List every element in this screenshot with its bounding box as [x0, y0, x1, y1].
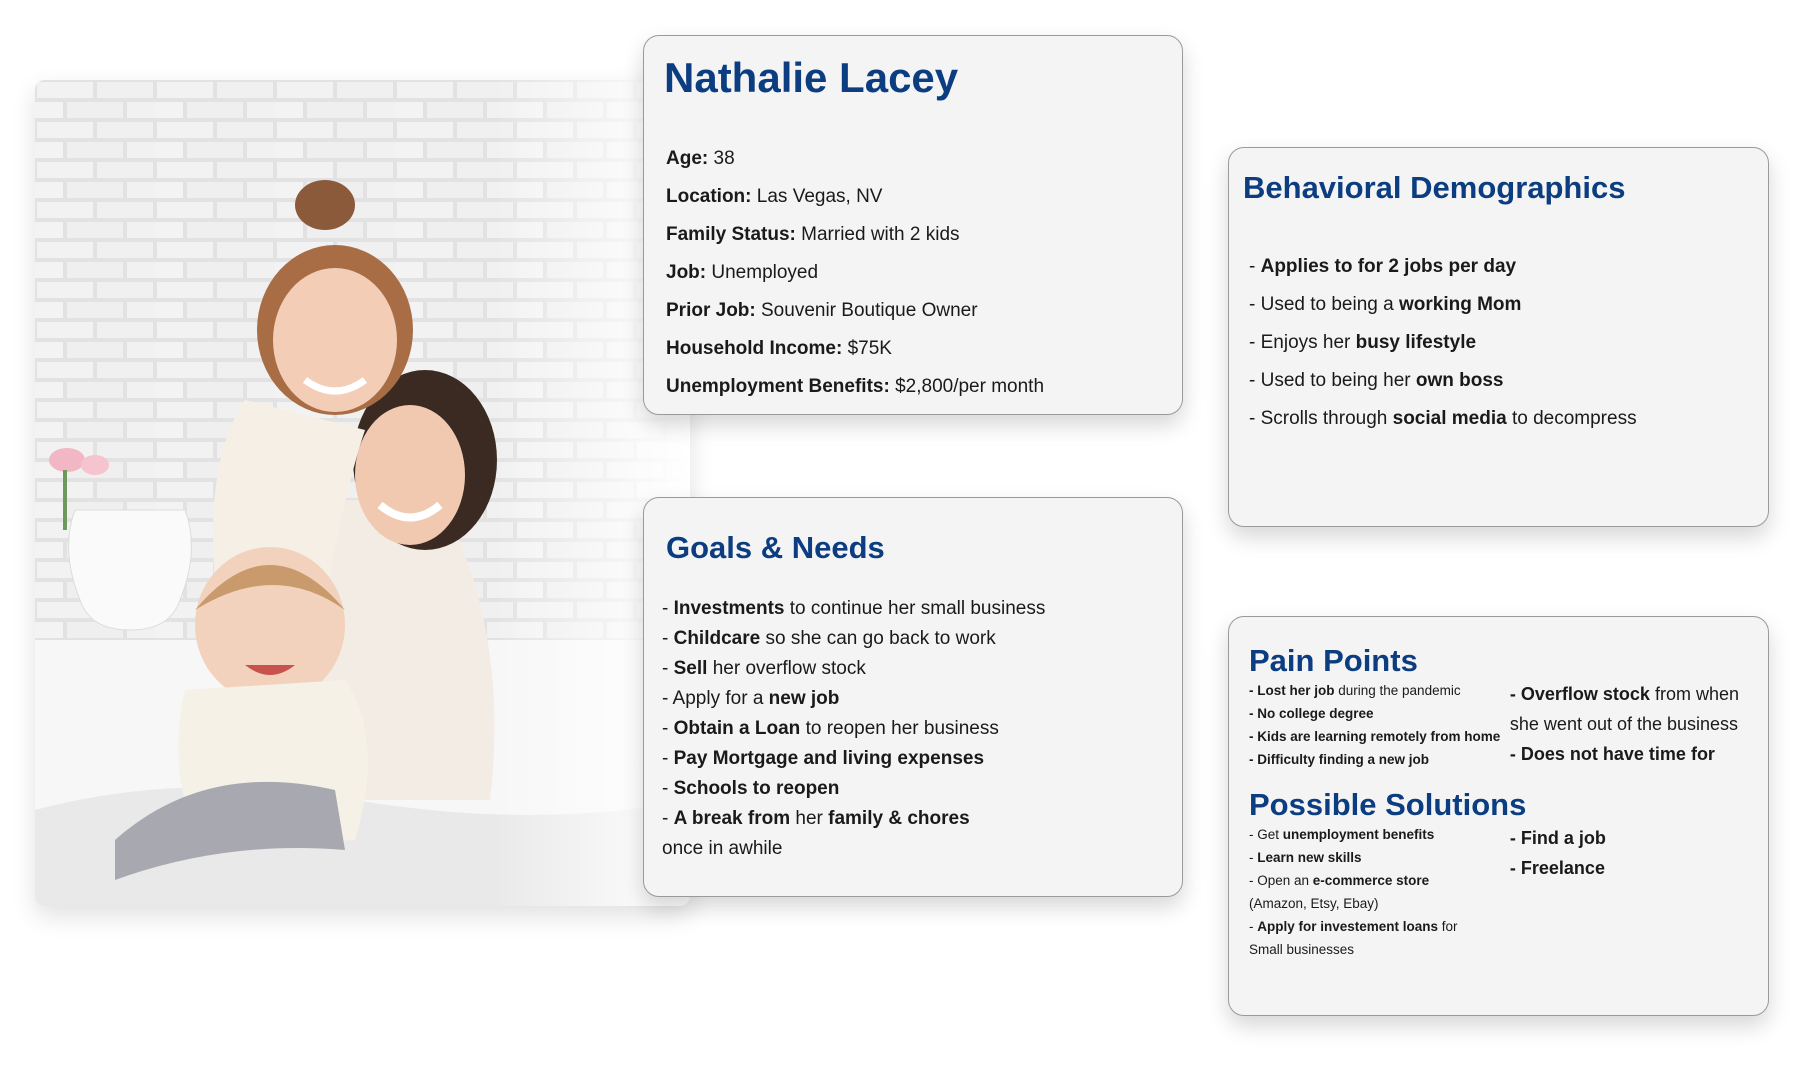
family-photo-illustration	[35, 80, 690, 906]
behavior-item: - Enjoys her busy lifestyle	[1249, 332, 1477, 353]
goal-item: - Obtain a Loan to reopen her business	[662, 718, 999, 739]
solution-item-continuation: Small businesses	[1249, 942, 1355, 957]
behavior-item: - Scrolls through social media to decomp…	[1249, 408, 1637, 429]
behavioral-demographics-card: Behavioral Demographics - Applies to for…	[1228, 147, 1769, 527]
goals-needs-card: Goals & Needs - Investments to continue …	[643, 497, 1183, 897]
solution-item: - Find a job	[1509, 828, 1606, 848]
pain-item: - Kids are learning remotely from home	[1249, 729, 1501, 744]
solutions-left-column: - Get unemployment benefits - Learn new …	[1249, 823, 1510, 961]
solution-item: - Learn new skills	[1249, 850, 1362, 865]
pain-item: - Overflow stock from when	[1509, 684, 1739, 704]
solution-item: - Open an e-commerce store	[1249, 873, 1430, 888]
pain-points-columns: - Lost her job during the pandemic - No …	[1249, 679, 1748, 771]
pain-points-left-column: - Lost her job during the pandemic - No …	[1249, 679, 1510, 771]
profile-card: Nathalie Lacey Age: 38 Location: Las Veg…	[643, 35, 1183, 415]
pain-points-card: Pain Points - Lost her job during the pa…	[1228, 616, 1769, 1016]
solutions-columns: - Get unemployment benefits - Learn new …	[1249, 823, 1748, 961]
solutions-right-column: - Find a job - Freelance	[1510, 823, 1748, 961]
profile-row-family-status: Family Status: Married with 2 kids	[666, 224, 960, 245]
goals-title: Goals & Needs	[666, 530, 885, 565]
persona-name: Nathalie Lacey	[664, 54, 959, 101]
goal-item: - Sell her overflow stock	[662, 658, 866, 679]
profile-row-location: Location: Las Vegas, NV	[666, 186, 883, 207]
solution-item-continuation: (Amazon, Etsy, Ebay)	[1249, 896, 1379, 911]
persona-photo	[35, 80, 690, 906]
profile-row-age: Age: 38	[666, 148, 735, 169]
goal-item-continuation: once in awhile	[662, 838, 783, 859]
goal-item: - Pay Mortgage and living expenses	[662, 748, 985, 769]
pain-item: - No college degree	[1249, 706, 1374, 721]
behavior-item: - Applies to for 2 jobs per day	[1249, 256, 1517, 277]
goal-item: - Childcare so she can go back to work	[662, 628, 996, 649]
profile-row-household-income: Household Income: $75K	[666, 338, 892, 359]
goal-item: - A break from her family & chores	[662, 808, 970, 829]
pain-item-continuation: she went out of the business	[1509, 714, 1739, 734]
behavior-item: - Used to being her own boss	[1249, 370, 1504, 391]
solution-item: - Apply for investement loans for	[1249, 919, 1458, 934]
profile-row-prior-job: Prior Job: Souvenir Boutique Owner	[666, 300, 978, 321]
profile-row-job: Job: Unemployed	[666, 262, 819, 283]
profile-row-unemployment-benefits: Unemployment Benefits: $2,800/per month	[666, 376, 1045, 397]
solutions-title: Possible Solutions	[1249, 787, 1527, 822]
pain-item: - Does not have time for	[1509, 744, 1715, 764]
solution-item: - Get unemployment benefits	[1249, 827, 1435, 842]
pain-item: - Lost her job during the pandemic	[1249, 683, 1461, 698]
pain-points-right-column: - Overflow stock from when she went out …	[1510, 679, 1748, 771]
pain-points-title: Pain Points	[1249, 643, 1418, 678]
goal-item: - Apply for a new job	[662, 688, 840, 709]
goal-item: - Investments to continue her small busi…	[662, 598, 1046, 619]
goal-item: - Schools to reopen	[662, 778, 840, 799]
solution-item: - Freelance	[1509, 858, 1605, 878]
pain-item: - Difficulty finding a new job	[1249, 752, 1429, 767]
behavior-item: - Used to being a working Mom	[1249, 294, 1522, 315]
behavioral-title: Behavioral Demographics	[1243, 170, 1626, 205]
